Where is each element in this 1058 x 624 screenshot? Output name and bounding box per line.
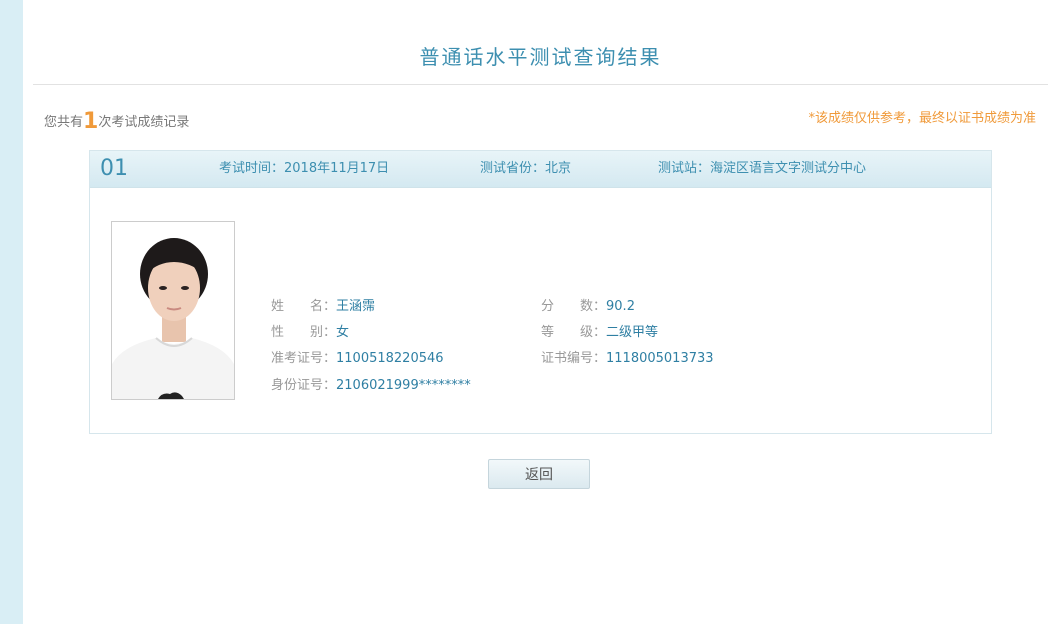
test-station-label: 测试站： bbox=[658, 161, 711, 176]
candidate-photo bbox=[111, 221, 235, 400]
record-count-prefix: 您共有 bbox=[44, 115, 84, 130]
name-label: 姓 名： bbox=[271, 299, 337, 314]
test-station-value: 海淀区语言文字测试分中心 bbox=[710, 161, 867, 176]
exam-time: 考试时间：2018年11月17日 bbox=[219, 151, 389, 187]
result-card: 01 考试时间：2018年11月17日 测试省份：北京 测试站：海淀区语言文字测… bbox=[89, 150, 992, 434]
ticket-label: 准考证号： bbox=[271, 351, 337, 366]
test-province: 测试省份：北京 bbox=[480, 151, 571, 187]
score-label: 分 数： bbox=[541, 299, 607, 314]
exam-time-label: 考试时间： bbox=[219, 161, 285, 176]
cert-label: 证书编号： bbox=[541, 351, 607, 366]
test-province-label: 测试省份： bbox=[480, 161, 546, 176]
candidate-name: 姓 名：王涵霈 bbox=[271, 297, 375, 317]
page-title: 普通话水平测试查询结果 bbox=[419, 45, 662, 69]
candidate-photo-image bbox=[112, 222, 234, 399]
name-value: 王涵霈 bbox=[336, 299, 376, 314]
id-number: 身份证号：2106021999******** bbox=[271, 376, 471, 396]
id-value: 2106021999******** bbox=[336, 378, 471, 393]
record-count: 1 bbox=[83, 109, 99, 134]
record-count-summary: 您共有1次考试成绩记录 bbox=[44, 108, 189, 137]
level-value: 二级甲等 bbox=[606, 325, 659, 340]
ticket-value: 1100518220546 bbox=[336, 351, 444, 366]
id-label: 身份证号： bbox=[271, 378, 337, 393]
disclaimer-notice: *该成绩仅供参考，最终以证书成绩为准 bbox=[808, 111, 1036, 126]
test-station: 测试站：海淀区语言文字测试分中心 bbox=[658, 151, 866, 187]
level-label: 等 级： bbox=[541, 325, 607, 340]
back-button[interactable]: 返回 bbox=[488, 459, 590, 489]
certificate-number: 证书编号：1118005013733 bbox=[541, 349, 714, 369]
score-value: 90.2 bbox=[606, 299, 635, 314]
record-index: 01 bbox=[100, 156, 128, 181]
gender-label: 性 别： bbox=[271, 325, 337, 340]
test-level: 等 级：二级甲等 bbox=[541, 323, 658, 343]
candidate-gender: 性 别：女 bbox=[271, 323, 349, 343]
main-panel: 普通话水平测试查询结果 您共有1次考试成绩记录 *该成绩仅供参考，最终以证书成绩… bbox=[23, 0, 1058, 624]
cert-value: 1118005013733 bbox=[606, 351, 714, 366]
result-card-header: 01 考试时间：2018年11月17日 测试省份：北京 测试站：海淀区语言文字测… bbox=[90, 151, 991, 188]
test-score: 分 数：90.2 bbox=[541, 297, 635, 317]
gender-value: 女 bbox=[336, 325, 350, 340]
exam-time-value: 2018年11月17日 bbox=[284, 161, 390, 176]
admission-ticket: 准考证号：1100518220546 bbox=[271, 349, 444, 369]
test-province-value: 北京 bbox=[545, 161, 572, 176]
record-count-suffix: 次考试成绩记录 bbox=[98, 115, 190, 130]
title-divider bbox=[33, 84, 1048, 85]
